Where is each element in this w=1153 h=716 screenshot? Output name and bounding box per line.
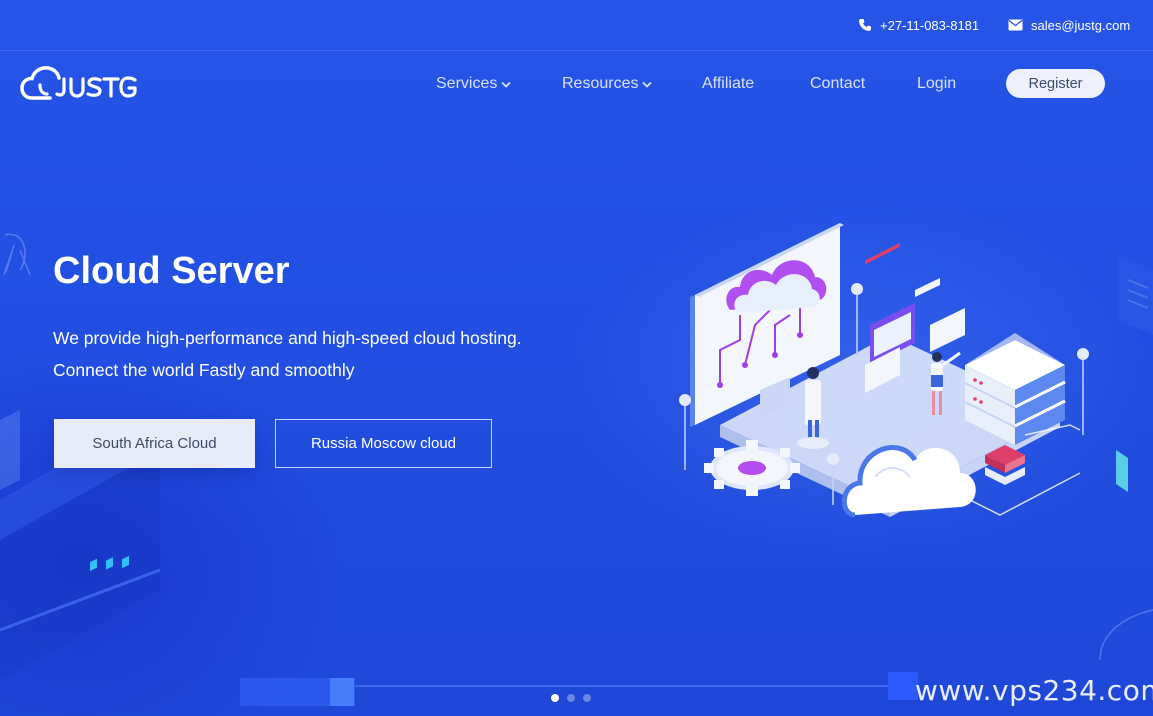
hero-title: Cloud Server [53, 250, 290, 292]
nav-login-label: Login [917, 75, 957, 92]
nav-affiliate-label: Affiliate [702, 75, 755, 92]
nav-affiliate[interactable]: Affiliate [702, 73, 754, 95]
email-address[interactable]: sales@justg.com [1031, 18, 1130, 33]
nav-services-label: Services [436, 75, 498, 92]
south-africa-cloud-button[interactable]: South Africa Cloud [54, 419, 255, 468]
nav-contact[interactable]: Contact [810, 73, 865, 95]
envelope-icon [1008, 19, 1023, 31]
nav-contact-label: Contact [810, 75, 866, 92]
register-button[interactable]: Register [1006, 69, 1105, 98]
carousel-dots [551, 694, 591, 702]
justg-logo[interactable] [20, 63, 140, 105]
carousel-dot-2[interactable] [567, 694, 575, 702]
carousel-dot-3[interactable] [583, 694, 591, 702]
nav-resources[interactable]: Resources [562, 73, 653, 95]
nav-services[interactable]: Services [436, 73, 511, 95]
carousel-dot-1[interactable] [551, 694, 559, 702]
nav-resources-label: Resources [562, 75, 639, 92]
main-navigation: Services Resources Affiliate Contact Log… [0, 51, 1153, 115]
phone-contact[interactable]: +27-11-083-8181 [858, 17, 979, 33]
top-contact-bar: +27-11-083-8181 sales@justg.com [0, 0, 1153, 51]
phone-icon [859, 19, 871, 31]
chevron-down-icon [501, 81, 511, 88]
russia-moscow-cloud-button[interactable]: Russia Moscow cloud [275, 419, 492, 468]
hero-description-line-1: We provide high-performance and high-spe… [53, 328, 522, 348]
hero-description-line-2: Connect the world Fastly and smoothly [53, 360, 355, 380]
email-contact[interactable]: sales@justg.com [1008, 17, 1130, 33]
nav-login[interactable]: Login [917, 73, 956, 95]
cloud-hosting-illustration [679, 223, 1089, 518]
watermark-text: www.vps234.com [915, 674, 1153, 707]
chevron-down-icon [642, 81, 653, 88]
phone-number[interactable]: +27-11-083-8181 [880, 18, 979, 33]
